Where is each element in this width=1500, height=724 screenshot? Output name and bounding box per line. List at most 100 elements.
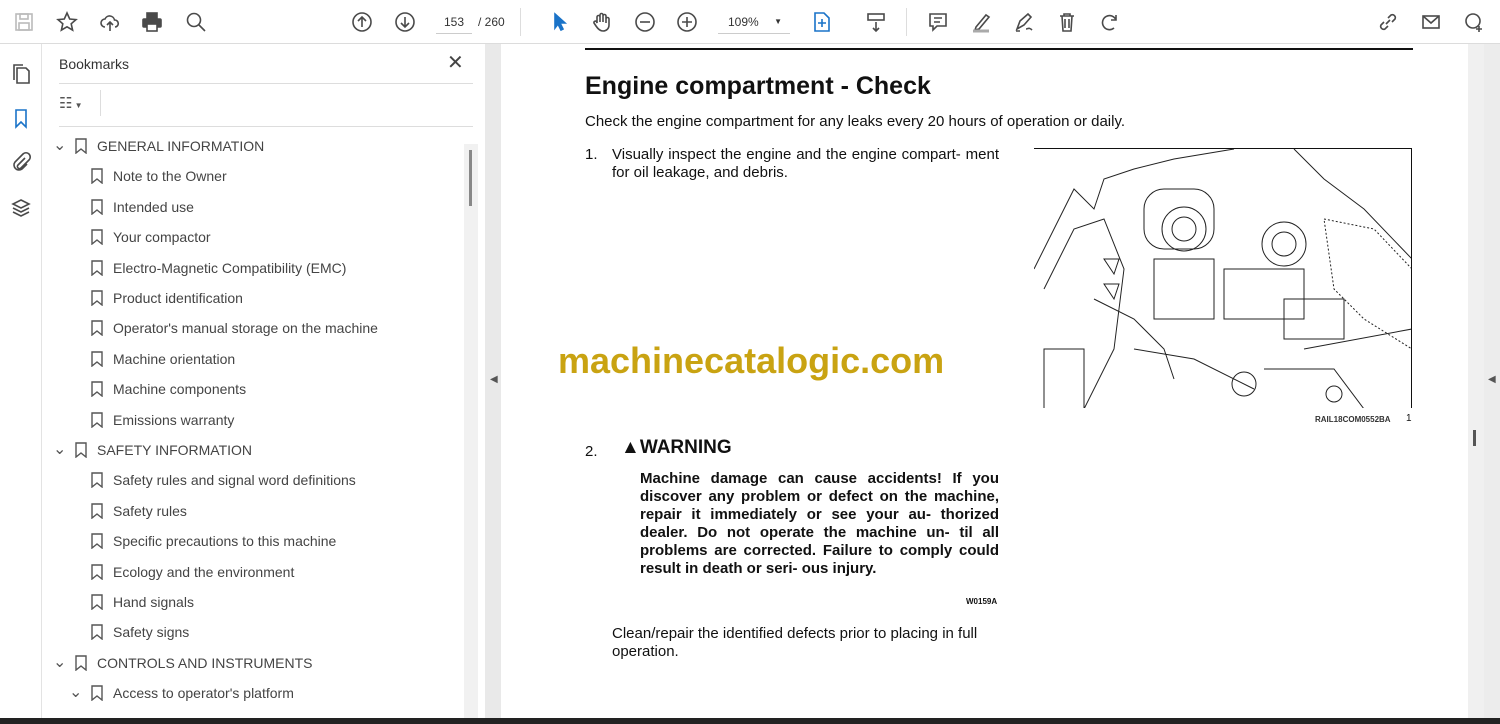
figure-number: 1 xyxy=(1406,413,1412,424)
bookmarks-icon[interactable] xyxy=(7,104,35,132)
bookmark-label: Emissions warranty xyxy=(113,411,235,428)
step-number: 2. xyxy=(585,443,598,460)
bookmark-item[interactable]: Machine components xyxy=(69,374,246,404)
bookmark-icon xyxy=(91,594,103,610)
bookmark-label: Machine orientation xyxy=(113,350,236,367)
bookmark-options-icon[interactable]: ☷ ▼ xyxy=(59,94,83,112)
bookmark-item[interactable]: ⌄ CONTROLS AND INSTRUMENTS xyxy=(53,648,312,678)
bookmark-icon xyxy=(91,624,103,641)
layers-icon[interactable] xyxy=(7,194,35,222)
bookmark-item[interactable]: Note to the Owner xyxy=(69,161,227,191)
delete-icon[interactable] xyxy=(1053,8,1081,36)
bookmark-label: Note to the Owner xyxy=(113,168,227,185)
chevron-down-icon[interactable]: ⌄ xyxy=(69,685,83,701)
zoom-out-icon[interactable] xyxy=(631,8,659,36)
bookmark-icon xyxy=(91,229,103,246)
search-icon[interactable] xyxy=(182,8,210,36)
bookmark-label: Electro-Magnetic Compatibility (EMC) xyxy=(113,259,347,276)
step-number: 1. xyxy=(585,146,598,163)
bookmark-item[interactable]: Electro-Magnetic Compatibility (EMC) xyxy=(69,253,346,283)
bookmark-item[interactable]: ⌄ GENERAL INFORMATION xyxy=(53,131,264,161)
page-total: / 260 xyxy=(478,15,505,29)
bookmark-icon xyxy=(91,563,103,580)
bookmark-item[interactable]: Product identification xyxy=(69,283,243,313)
next-page-icon[interactable] xyxy=(391,8,419,36)
toolbar: 153 / 260 109% ▼ xyxy=(0,0,1500,44)
bookmark-icon xyxy=(91,472,103,489)
previous-page-icon[interactable] xyxy=(348,8,376,36)
sign-icon[interactable] xyxy=(1010,8,1038,36)
add-user-icon[interactable] xyxy=(1460,8,1488,36)
bookmark-item[interactable]: Ecology and the environment xyxy=(69,557,294,587)
warning-text: Machine damage can cause accidents! If y… xyxy=(640,470,999,577)
bookmark-label: SAFETY INFORMATION xyxy=(97,442,253,458)
panel-title: Bookmarks xyxy=(59,56,130,72)
figure-code: RAIL18COM0552BA xyxy=(1315,415,1391,424)
hand-tool-icon[interactable] xyxy=(588,8,616,36)
bookmark-label: Ecology and the environment xyxy=(113,563,295,580)
zoom-level-select[interactable]: 109% ▼ xyxy=(718,10,790,34)
bookmark-label: Intended use xyxy=(113,198,194,215)
star-icon[interactable] xyxy=(53,8,81,36)
bookmark-label: GENERAL INFORMATION xyxy=(97,138,265,154)
bookmark-icon xyxy=(91,533,103,550)
bookmark-item[interactable]: Safety signs xyxy=(69,617,189,647)
email-icon[interactable] xyxy=(1417,8,1445,36)
attachments-icon[interactable] xyxy=(7,148,35,176)
share-link-icon[interactable] xyxy=(1374,8,1402,36)
close-panel-icon[interactable]: ✕ xyxy=(447,50,464,75)
bookmark-item[interactable]: ⌄ Access to operator's platform xyxy=(69,678,294,708)
upload-cloud-icon[interactable] xyxy=(96,8,124,36)
chevron-down-icon[interactable]: ⌄ xyxy=(53,138,67,154)
bookmark-label: CONTROLS AND INSTRUMENTS xyxy=(97,654,313,671)
scroll-mode-icon[interactable] xyxy=(862,8,890,36)
document-scrollbar[interactable] xyxy=(1468,44,1484,724)
bookmark-label: Hand signals xyxy=(113,594,194,610)
chevron-down-icon[interactable]: ⌄ xyxy=(53,442,67,458)
warning-triangle-icon: ▲ xyxy=(621,437,640,458)
closing-text: Clean/repair the identified defects prio… xyxy=(612,625,978,660)
bookmark-icon xyxy=(75,442,87,458)
bookmark-item[interactable]: Machine orientation xyxy=(69,344,235,374)
highlight-pen-icon[interactable] xyxy=(967,8,995,36)
bookmark-item[interactable]: Hand signals xyxy=(69,587,194,617)
bookmark-item[interactable]: Operator's manual storage on the machine xyxy=(69,313,378,343)
bookmark-item[interactable]: Safety rules xyxy=(69,496,187,526)
chevron-down-icon[interactable]: ⌄ xyxy=(53,654,67,670)
bookmark-icon xyxy=(91,290,103,306)
watermark: machinecatalogic.com xyxy=(558,340,945,381)
page-fit-icon[interactable] xyxy=(808,8,836,36)
bookmark-item[interactable]: ⌄ SAFETY INFORMATION xyxy=(53,435,252,465)
left-nav-rail xyxy=(0,44,42,724)
zoom-in-icon[interactable] xyxy=(673,8,701,36)
select-cursor-icon[interactable] xyxy=(545,8,573,36)
bookmark-icon xyxy=(91,199,103,215)
bookmark-label: Safety rules xyxy=(113,502,187,519)
bookmark-item[interactable]: Your compactor xyxy=(69,222,211,252)
comment-icon[interactable] xyxy=(924,8,952,36)
bookmark-label: Safety rules and signal word definitions xyxy=(113,472,356,489)
print-icon[interactable] xyxy=(138,8,166,36)
page-number-input[interactable]: 153 xyxy=(436,10,472,34)
bookmark-item[interactable]: Emissions warranty xyxy=(69,405,234,435)
bookmark-label: Operator's manual storage on the machine xyxy=(113,320,378,337)
bookmark-icon xyxy=(91,685,103,702)
bookmark-item[interactable]: Specific precautions to this machine xyxy=(69,526,336,556)
rotate-icon[interactable] xyxy=(1095,8,1123,36)
bookmark-item[interactable]: Intended use xyxy=(69,192,194,222)
bookmark-label: Safety signs xyxy=(113,624,190,641)
panel-collapse-handle[interactable]: ◀ xyxy=(485,44,501,724)
document-page: Engine compartment - Check Check the eng… xyxy=(501,44,1468,724)
panel-scrollbar[interactable] xyxy=(464,144,478,719)
save-icon[interactable] xyxy=(10,8,38,36)
bookmarks-panel: Bookmarks ✕ ☷ ▼ ⌄ GENERAL INFORMATION Note… xyxy=(43,44,485,724)
bookmark-item[interactable]: Safety rules and signal word definitions xyxy=(69,465,356,495)
bookmark-icon xyxy=(91,381,103,398)
warning-heading: ▲WARNING xyxy=(621,437,732,458)
right-panel-toggle[interactable]: ◀ xyxy=(1484,44,1500,724)
bookmark-icon xyxy=(91,503,103,519)
section-title: Engine compartment - Check xyxy=(585,72,931,100)
page-thumbnails-icon[interactable] xyxy=(7,60,35,88)
warning-code: W0159A xyxy=(966,597,998,606)
warning-title: WARNING xyxy=(639,437,732,458)
